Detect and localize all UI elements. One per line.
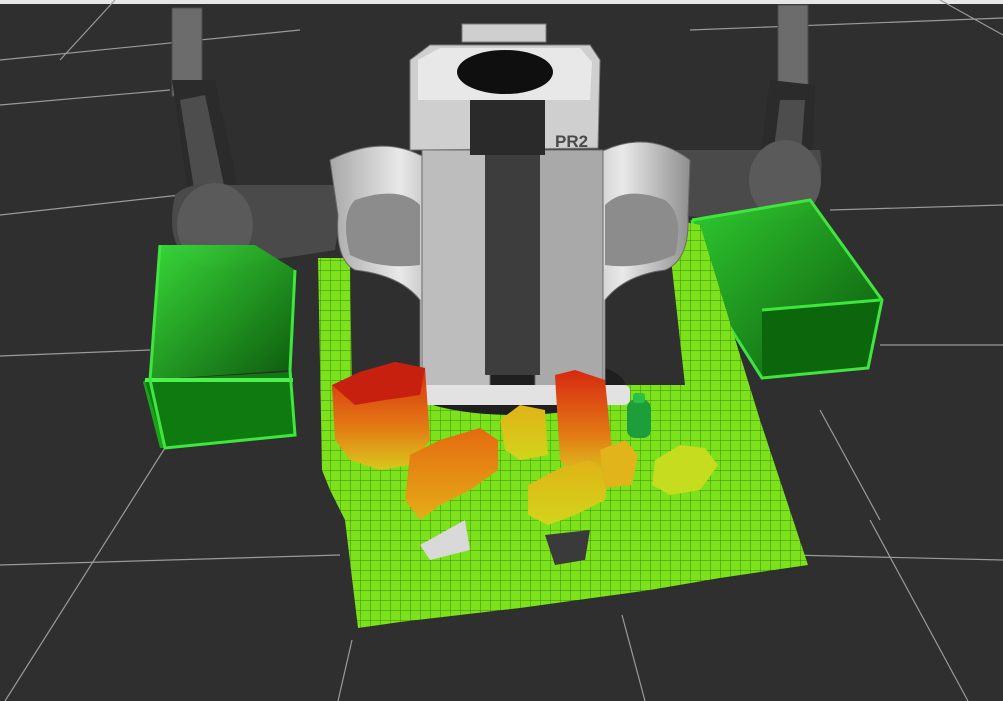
- left-arm: [171, 7, 345, 268]
- robot-label: PR2: [555, 132, 588, 151]
- left-drop-box: [143, 244, 297, 450]
- scene-svg: PR2: [0, 0, 1003, 701]
- pr2-head: PR2: [409, 23, 601, 155]
- rviz-3d-viewport[interactable]: PR2: [0, 0, 1003, 701]
